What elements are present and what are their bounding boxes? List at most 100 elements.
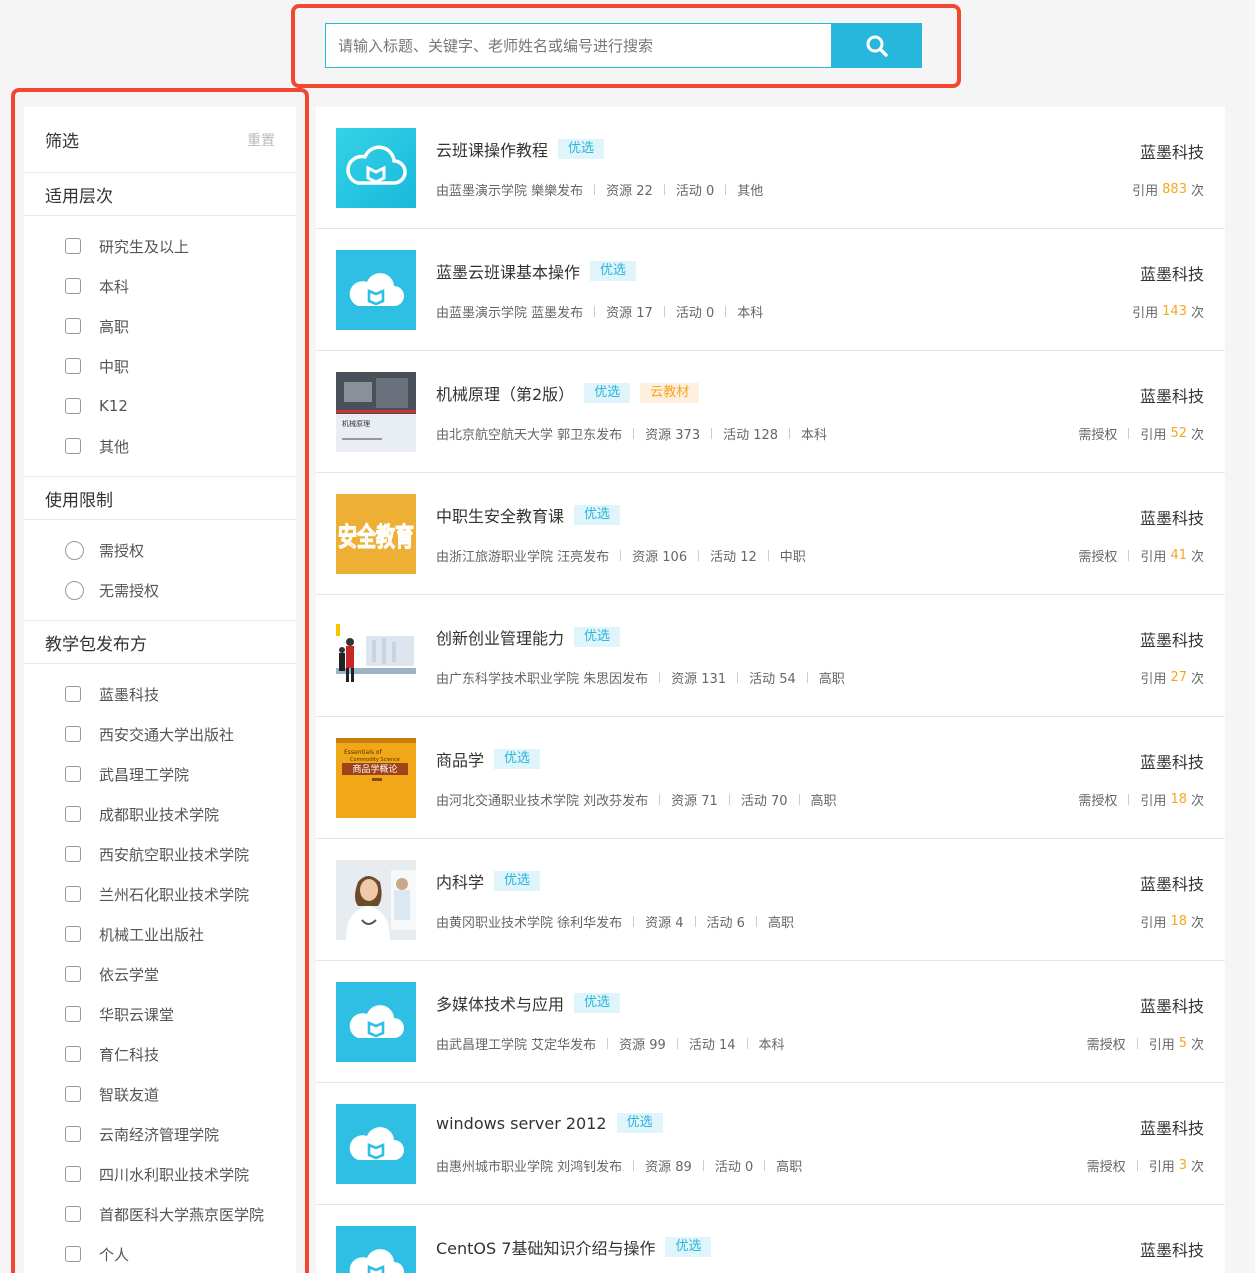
- checkbox[interactable]: [65, 398, 81, 414]
- cite-prefix: 引用: [1148, 1038, 1175, 1053]
- checkbox[interactable]: [65, 726, 81, 742]
- course-item[interactable]: CentOS 7基础知识介绍与操作 优选 蓝墨科技: [316, 1205, 1225, 1273]
- filter-option-label: 高职: [99, 317, 130, 336]
- course-item[interactable]: 机械原理 机械原理（第2版） 优选 云教材 由北京航空航天大学 郭卫东发布 资源 373 活…: [316, 351, 1225, 473]
- reset-button[interactable]: 重置: [247, 130, 275, 150]
- filter-option[interactable]: 高职: [24, 306, 296, 346]
- checkbox[interactable]: [65, 318, 81, 334]
- course-item[interactable]: 多媒体技术与应用 优选 由武昌理工学院 艾定华发布 资源 99 活动 14 本科 蓝墨科技需…: [316, 961, 1225, 1083]
- course-title[interactable]: 内科学: [436, 869, 484, 893]
- course-item[interactable]: 内科学 优选 由黄冈职业技术学院 徐利华发布 资源 4 活动 6 高职 蓝墨科技 引用 18 次: [316, 839, 1225, 961]
- checkbox[interactable]: [65, 686, 81, 702]
- filter-option[interactable]: 研究生及以上: [24, 226, 296, 266]
- course-thumbnail[interactable]: [336, 250, 416, 330]
- filter-option[interactable]: 首都医科大学燕京医学院: [24, 1194, 296, 1234]
- cite-suffix: 次: [1190, 794, 1204, 809]
- course-title[interactable]: 多媒体技术与应用: [436, 991, 564, 1015]
- filter-option[interactable]: 武昌理工学院: [24, 754, 296, 794]
- course-thumbnail[interactable]: Essentials of Commodity Science 商品学概论: [336, 738, 416, 818]
- checkbox[interactable]: [65, 1046, 81, 1062]
- course-org: 蓝墨科技: [1139, 1119, 1204, 1138]
- checkbox[interactable]: [65, 278, 81, 294]
- filter-option[interactable]: 兰州石化职业技术学院: [24, 874, 296, 914]
- filter-option[interactable]: 成都职业技术学院: [24, 794, 296, 834]
- filter-option[interactable]: 其他: [24, 426, 296, 466]
- course-thumbnail[interactable]: [336, 1226, 416, 1273]
- filter-option[interactable]: K12: [24, 386, 296, 426]
- filter-option[interactable]: 中职: [24, 346, 296, 386]
- checkbox[interactable]: [65, 438, 81, 454]
- radio-button[interactable]: [65, 540, 84, 560]
- checkbox[interactable]: [65, 846, 81, 862]
- divider: [764, 1160, 766, 1171]
- checkbox[interactable]: [65, 1206, 81, 1222]
- checkbox[interactable]: [65, 966, 81, 982]
- filter-option[interactable]: 西安航空职业技术学院: [24, 834, 296, 874]
- course-item[interactable]: 安全教育中职生安全教育课优选由浙江旅游职业学院 汪亮发布 资源 106 活动 12 中…: [316, 473, 1225, 595]
- filter-option-label: K12: [99, 397, 128, 415]
- filter-option[interactable]: 华职云课堂: [24, 994, 296, 1034]
- filter-option[interactable]: 智联友道: [24, 1074, 296, 1114]
- divider: [1128, 428, 1130, 439]
- course-title[interactable]: 中职生安全教育课: [436, 503, 564, 527]
- course-list: 云班课操作教程 优选 由蓝墨演示学院 樂樂发布 资源 22 活动 0 其他 蓝墨科技 引用 88…: [316, 107, 1225, 1273]
- checkbox[interactable]: [65, 1126, 81, 1142]
- course-title[interactable]: 云班课操作教程: [436, 137, 548, 161]
- filter-option-label: 成都职业技术学院: [99, 805, 220, 824]
- divider: [1136, 1160, 1138, 1171]
- checkbox[interactable]: [65, 358, 81, 374]
- checkbox[interactable]: [65, 1246, 81, 1262]
- activity-count: 活动 70: [740, 794, 788, 809]
- checkbox[interactable]: [65, 1006, 81, 1022]
- filter-option[interactable]: 育仁科技: [24, 1034, 296, 1074]
- course-thumbnail[interactable]: [336, 616, 416, 696]
- course-thumbnail[interactable]: [336, 860, 416, 940]
- svg-text:Commodity Science: Commodity Science: [350, 757, 400, 763]
- filter-option[interactable]: 蓝墨科技: [24, 674, 296, 714]
- filter-option[interactable]: 依云学堂: [24, 954, 296, 994]
- radio-button[interactable]: [65, 580, 84, 600]
- course-thumbnail[interactable]: 安全教育: [336, 494, 416, 574]
- search-button[interactable]: [831, 23, 922, 68]
- course-title[interactable]: 蓝墨云班课基本操作: [436, 259, 580, 283]
- checkbox[interactable]: [65, 886, 81, 902]
- course-thumbnail[interactable]: [336, 128, 416, 208]
- checkbox[interactable]: [65, 238, 81, 254]
- course-title[interactable]: CentOS 7基础知识介绍与操作: [436, 1235, 655, 1259]
- filter-option[interactable]: 西安交通大学出版社: [24, 714, 296, 754]
- course-title[interactable]: 创新创业管理能力: [436, 625, 564, 649]
- course-title[interactable]: windows server 2012: [436, 1114, 607, 1133]
- course-thumbnail[interactable]: [336, 1104, 416, 1184]
- svg-text:Essentials of: Essentials of: [344, 749, 383, 756]
- course-thumbnail[interactable]: [336, 982, 416, 1062]
- course-item[interactable]: 云班课操作教程 优选 由蓝墨演示学院 樂樂发布 资源 22 活动 0 其他 蓝墨科技 引用 88…: [316, 107, 1225, 229]
- cite-prefix: 引用: [1148, 1160, 1175, 1175]
- filter-option-label: 西安航空职业技术学院: [99, 845, 250, 864]
- checkbox[interactable]: [65, 1086, 81, 1102]
- course-title[interactable]: 机械原理（第2版）: [436, 381, 574, 405]
- filter-option[interactable]: 个人: [24, 1234, 296, 1273]
- course-item[interactable]: Essentials of Commodity Science 商品学概论 商品学 优选…: [316, 717, 1225, 839]
- search-input[interactable]: [325, 23, 831, 68]
- cite-prefix: 引用: [1132, 306, 1159, 321]
- checkbox[interactable]: [65, 926, 81, 942]
- filter-option[interactable]: 无需授权: [24, 570, 296, 610]
- filter-option[interactable]: 需授权: [24, 530, 296, 570]
- cite-count: 5: [1178, 1036, 1187, 1051]
- filter-option[interactable]: 云南经济管理学院: [24, 1114, 296, 1154]
- checkbox[interactable]: [65, 766, 81, 782]
- featured-badge: 优选: [665, 1237, 712, 1257]
- divider: [676, 1038, 678, 1049]
- filter-option[interactable]: 四川水利职业技术学院: [24, 1154, 296, 1194]
- checkbox[interactable]: [65, 1166, 81, 1182]
- course-item[interactable]: 蓝墨云班课基本操作 优选 由蓝墨演示学院 蓝墨发布 资源 17 活动 0 本科 蓝墨科技 引用…: [316, 229, 1225, 351]
- divider: [659, 672, 661, 683]
- course-item[interactable]: windows server 2012 优选 由惠州城市职业学院 刘鸿钊发布 资源 8…: [316, 1083, 1225, 1205]
- course-title[interactable]: 商品学: [436, 747, 484, 771]
- filter-option[interactable]: 机械工业出版社: [24, 914, 296, 954]
- filter-option[interactable]: 本科: [24, 266, 296, 306]
- course-thumbnail[interactable]: 机械原理: [336, 372, 416, 452]
- course-item[interactable]: 创新创业管理能力 优选 由广东科学技术职业学院 朱思因发布 资源 131 活动 54 高职…: [316, 595, 1225, 717]
- checkbox[interactable]: [65, 806, 81, 822]
- course-title-row: 多媒体技术与应用 优选: [436, 991, 621, 1015]
